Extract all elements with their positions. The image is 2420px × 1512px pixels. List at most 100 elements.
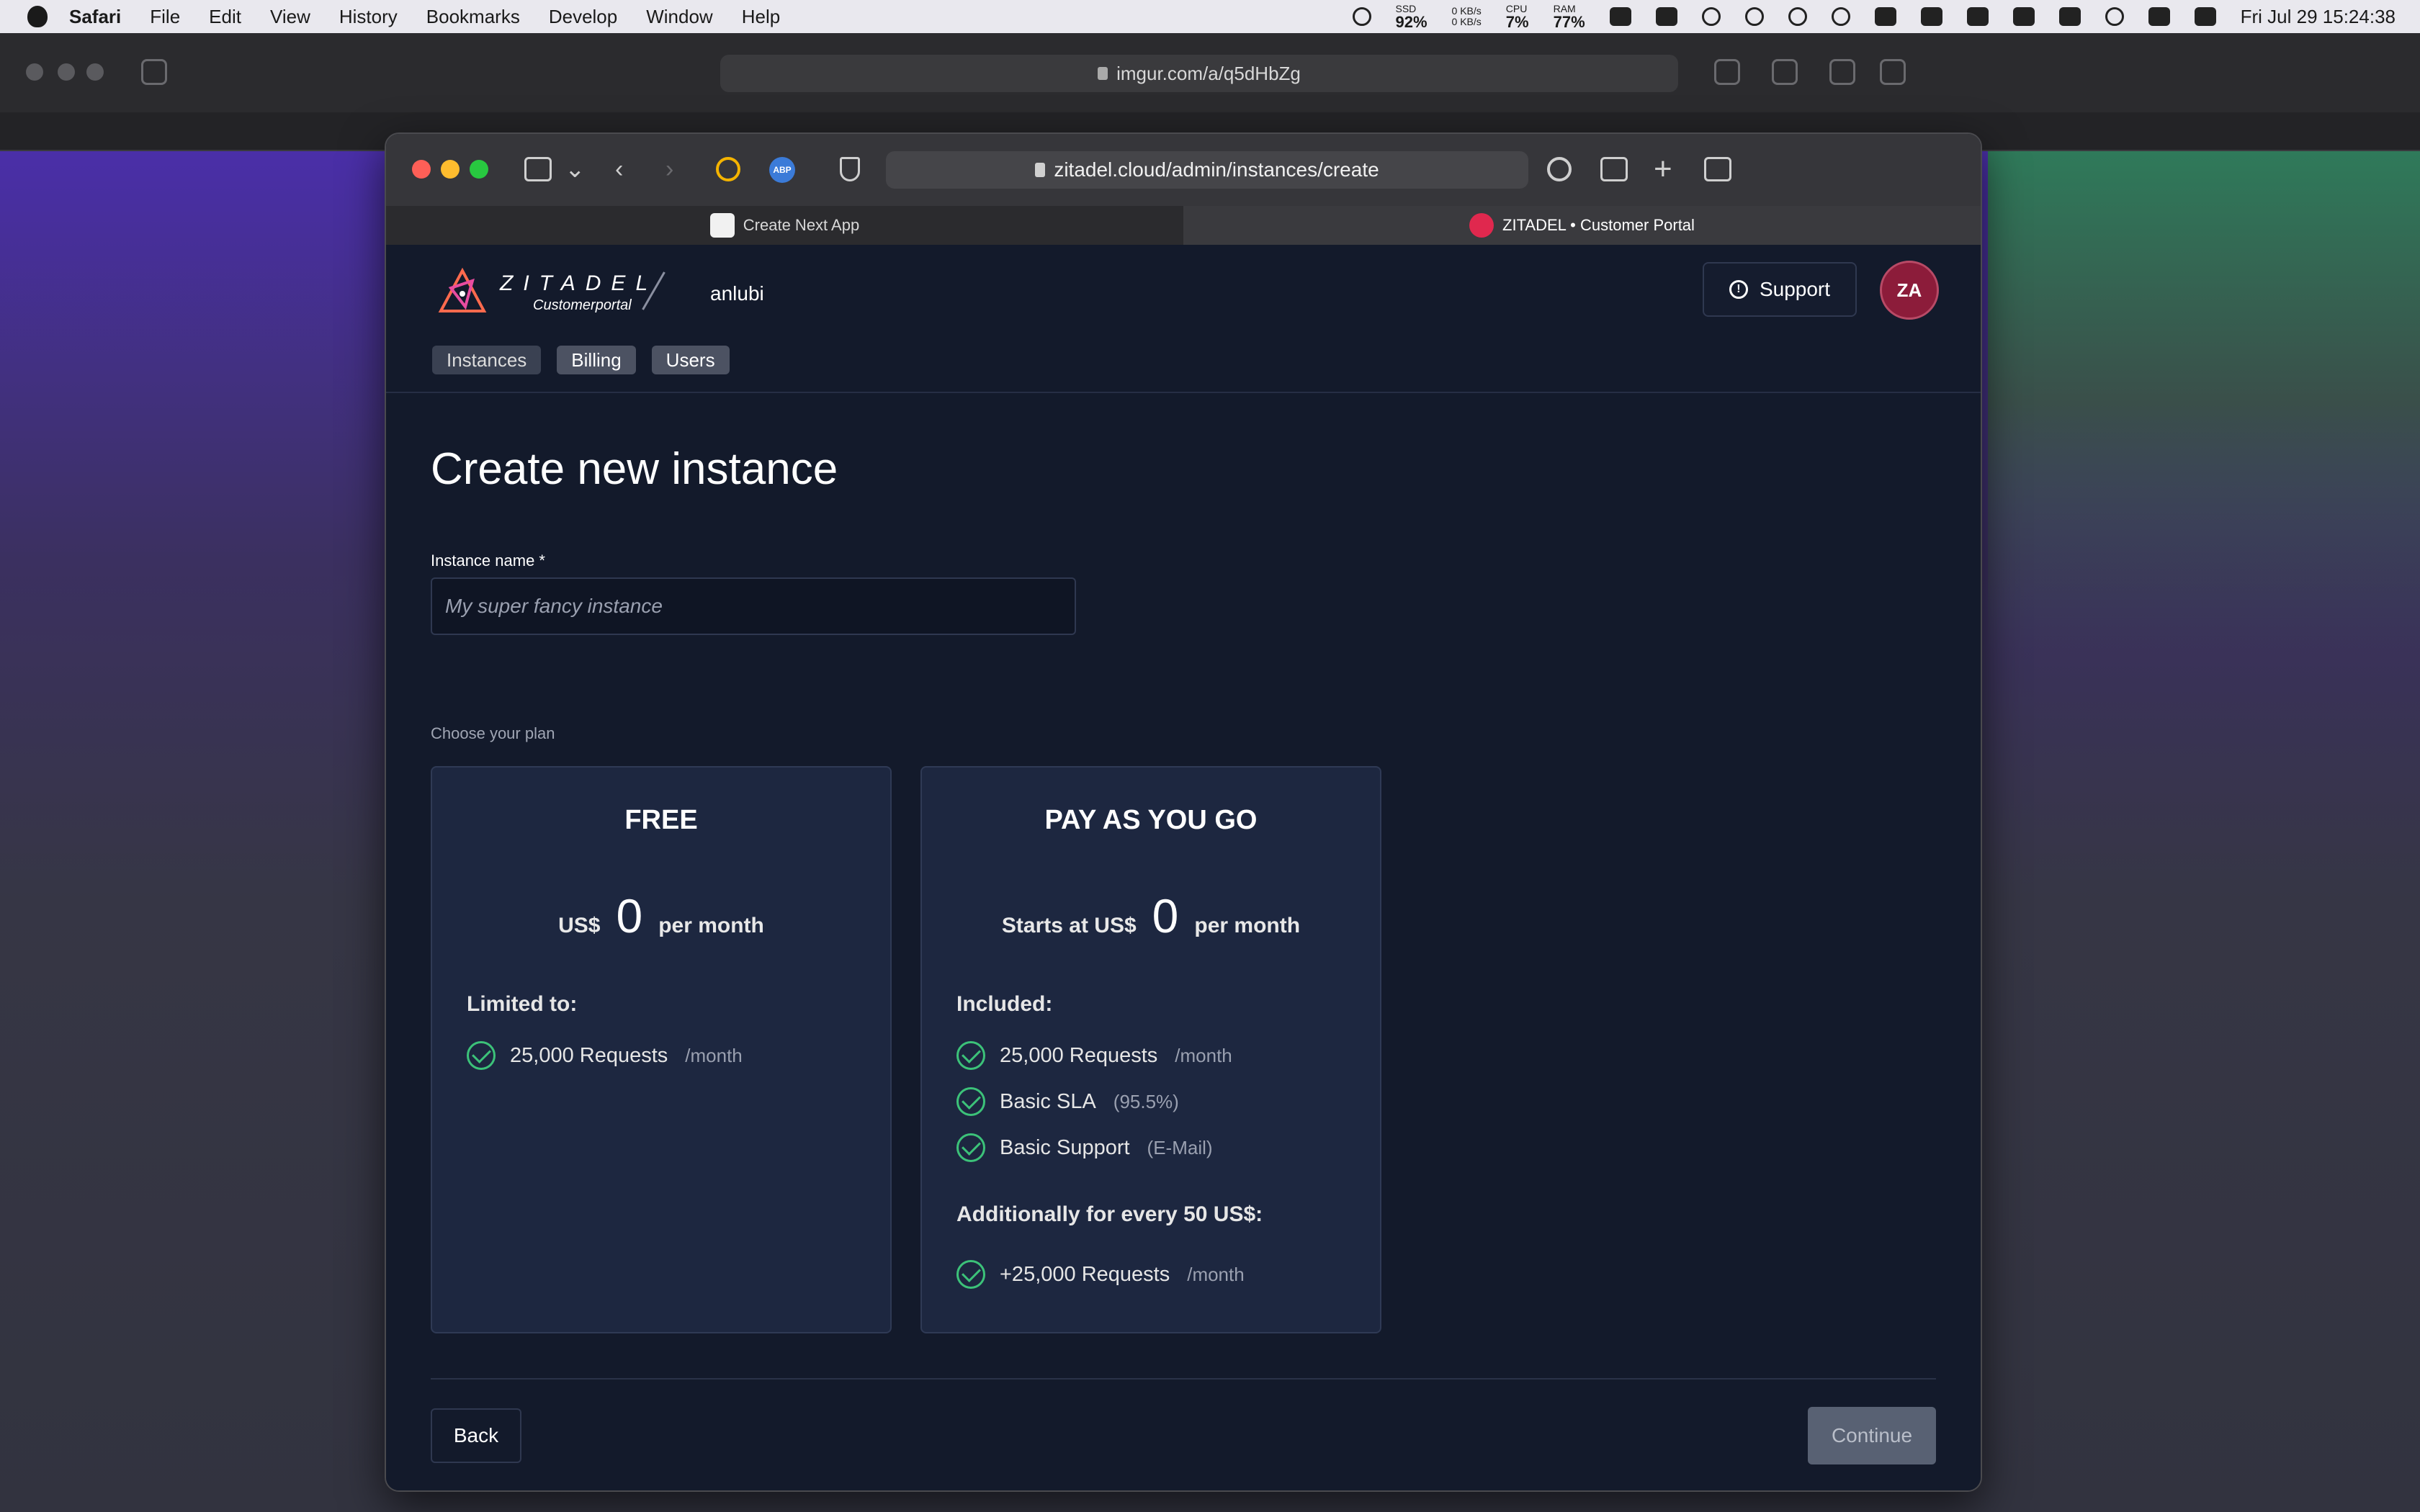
- close-button[interactable]: [412, 160, 431, 179]
- price-amount: 0: [1152, 889, 1179, 942]
- menu-file[interactable]: File: [150, 6, 180, 28]
- ssd-stat[interactable]: SSD 92%: [1396, 3, 1428, 30]
- back-arrow-icon[interactable]: ‹: [615, 157, 642, 181]
- continue-button[interactable]: Continue: [1808, 1407, 1936, 1464]
- menu-app[interactable]: Safari: [69, 6, 121, 28]
- feature-text: Basic SLA: [1000, 1089, 1096, 1113]
- tab-label: ZITADEL • Customer Portal: [1502, 216, 1695, 234]
- back-button[interactable]: Back: [431, 1408, 521, 1463]
- nextjs-favicon-icon: [709, 213, 735, 238]
- menu-develop[interactable]: Develop: [549, 6, 617, 28]
- cpu-stat[interactable]: CPU 7%: [1506, 3, 1529, 30]
- plan-card-free[interactable]: FREE US$ 0 per month Limited to: 25,000 …: [431, 766, 892, 1333]
- bg-download-icon[interactable]: [1714, 59, 1740, 85]
- arc-icon[interactable]: [1701, 7, 1721, 26]
- forward-arrow-icon[interactable]: ›: [666, 157, 693, 181]
- network-stat[interactable]: 0 KB/s 0 KB/s: [1452, 6, 1482, 27]
- battery-icon[interactable]: [2012, 7, 2035, 26]
- bg-toolbar: imgur.com/a/q5dHbZg: [0, 33, 2420, 112]
- plan-section-title: Included:: [956, 992, 1053, 1016]
- play-icon[interactable]: [1788, 7, 1807, 26]
- instance-name-input[interactable]: [431, 577, 1076, 635]
- browser-window: ⌄ ‹ › ABP zitadel.cloud/admin/instances/…: [385, 132, 1982, 1492]
- plan-section-title: Limited to:: [467, 992, 578, 1016]
- address-bar[interactable]: zitadel.cloud/admin/instances/create: [886, 151, 1528, 189]
- clock[interactable]: Fri Jul 29 15:24:38: [2241, 6, 2396, 28]
- feature-note: (95.5%): [1113, 1090, 1179, 1112]
- check-circle-icon: [956, 1087, 985, 1116]
- menu-help[interactable]: Help: [742, 6, 780, 28]
- zitadel-favicon-icon: [1469, 213, 1494, 238]
- moon-icon[interactable]: [1831, 7, 1850, 26]
- tab-overview-icon[interactable]: [1704, 157, 1731, 181]
- net-up: 0 KB/s: [1451, 5, 1482, 17]
- background-accent: [1988, 151, 2420, 655]
- info-icon: !: [1729, 280, 1748, 299]
- adblock-icon[interactable]: ABP: [769, 157, 795, 183]
- minimize-button[interactable]: [441, 160, 460, 179]
- plan-feature: 25,000 Requests /month: [467, 1041, 743, 1070]
- extension-ring-icon[interactable]: [716, 157, 740, 181]
- zitadel-logo-icon: [438, 267, 487, 312]
- tab-zitadel-portal[interactable]: ZITADEL • Customer Portal: [1183, 206, 1981, 245]
- zitadel-logo[interactable]: ZITADEL Customerportal: [436, 266, 658, 318]
- chevron-down-icon[interactable]: ⌄: [565, 157, 592, 181]
- lock-icon: [1035, 163, 1046, 177]
- bg-share-icon[interactable]: [1772, 59, 1798, 85]
- price-currency: Starts at US$: [1001, 914, 1137, 937]
- check-circle-icon: [956, 1133, 985, 1162]
- gear-icon[interactable]: [1352, 7, 1371, 26]
- tab-billing[interactable]: Billing: [557, 346, 636, 374]
- feature-note: /month: [1175, 1044, 1232, 1066]
- plan-feature: Basic Support (E-Mail): [956, 1133, 1213, 1162]
- menu-history[interactable]: History: [339, 6, 398, 28]
- privacy-shield-icon[interactable]: [840, 157, 860, 181]
- download-icon[interactable]: [1547, 157, 1572, 181]
- bg-url-text: imgur.com/a/q5dHbZg: [1116, 62, 1301, 84]
- bg-zoom-button[interactable]: [86, 63, 104, 81]
- bg-close-button[interactable]: [26, 63, 43, 81]
- menu-bar: Safari File Edit View History Bookmarks …: [0, 0, 2420, 33]
- menu-window[interactable]: Window: [646, 6, 712, 28]
- bg-tab-overview-icon[interactable]: [1880, 59, 1906, 85]
- plan-section-title: Additionally for every 50 US$:: [956, 1202, 1263, 1226]
- battery-status-icon[interactable]: [1609, 7, 1631, 26]
- bg-address-bar[interactable]: imgur.com/a/q5dHbZg: [720, 55, 1678, 92]
- bluetooth-icon[interactable]: [1966, 7, 1989, 26]
- new-tab-icon[interactable]: +: [1654, 153, 1681, 185]
- menu-bookmarks[interactable]: Bookmarks: [426, 6, 520, 28]
- plan-label: Choose your plan: [431, 724, 555, 742]
- support-button[interactable]: ! Support: [1703, 262, 1857, 317]
- menu-edit[interactable]: Edit: [209, 6, 241, 28]
- url-text: zitadel.cloud/admin/instances/create: [1054, 158, 1379, 181]
- keyboard-layout-icon[interactable]: [1920, 7, 1942, 26]
- avatar[interactable]: ZA: [1880, 261, 1939, 320]
- brand-name: ZITADEL: [500, 271, 658, 295]
- logo-text: ZITADEL Customerportal: [500, 271, 658, 314]
- tab-instances[interactable]: Instances: [432, 346, 542, 374]
- memory-icon[interactable]: [2148, 7, 2170, 26]
- search-icon[interactable]: [1744, 7, 1764, 26]
- bg-sidebar-icon[interactable]: [141, 59, 167, 85]
- instance-name-label: Instance name *: [431, 552, 545, 570]
- org-name[interactable]: anlubi: [710, 282, 764, 305]
- bg-minimize-button[interactable]: [58, 63, 75, 81]
- bg-new-tab-icon[interactable]: [1829, 59, 1855, 85]
- tab-users[interactable]: Users: [651, 346, 730, 374]
- plan-title: FREE: [624, 805, 698, 835]
- lock-icon: [1098, 67, 1108, 80]
- tab-create-next-app[interactable]: Create Next App: [386, 206, 1183, 245]
- share-icon[interactable]: [1600, 157, 1628, 181]
- plan-card-pay-as-you-go[interactable]: PAY AS YOU GO Starts at US$ 0 per month …: [920, 766, 1381, 1333]
- control-center-icon[interactable]: [2194, 7, 2216, 26]
- user-icon[interactable]: [2105, 7, 2124, 26]
- ram-stat[interactable]: RAM 77%: [1554, 3, 1585, 30]
- zoom-button[interactable]: [470, 160, 488, 179]
- menu-view[interactable]: View: [270, 6, 310, 28]
- feature-note: /month: [1187, 1263, 1245, 1285]
- sidebar-icon[interactable]: [524, 157, 552, 181]
- wifi-icon[interactable]: [2058, 7, 2081, 26]
- volume-icon[interactable]: [1874, 7, 1896, 26]
- apple-icon[interactable]: [27, 6, 48, 27]
- elephant-icon[interactable]: [1655, 7, 1677, 26]
